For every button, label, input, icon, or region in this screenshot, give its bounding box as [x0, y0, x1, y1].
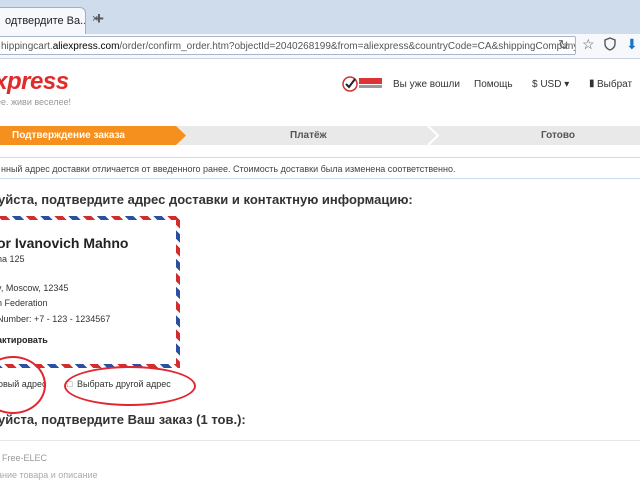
- edit-address-link[interactable]: актировать: [0, 335, 48, 345]
- site-logo[interactable]: ixpress: [0, 68, 69, 96]
- step-payment: Платёж: [290, 130, 327, 141]
- order-section-heading: уйста, подтвердите Ваш заказ (1 тов.):: [0, 412, 246, 427]
- header-login-status[interactable]: Вы уже вошли: [393, 79, 460, 90]
- recipient-name: or Ivanovich Mahno: [0, 235, 129, 251]
- address-phone: Number: +7 - 123 - 1234567: [0, 314, 111, 324]
- address-country: n Federation: [0, 298, 48, 308]
- address-street: na 125: [0, 254, 25, 264]
- step-separator: [427, 126, 440, 145]
- address-change-notice: нный адрес доставки отличается от введен…: [0, 157, 640, 179]
- highlight-circle-other-address: [64, 366, 196, 406]
- ship-to-selector[interactable]: Выбрат: [597, 79, 632, 90]
- url-host: aliexpress.com: [52, 41, 120, 52]
- verified-badge-icon: [342, 76, 382, 92]
- url-prefix: hippingcart.: [1, 41, 53, 52]
- new-tab-button[interactable]: +: [94, 9, 104, 29]
- bookmark-star-icon[interactable]: ☆: [582, 36, 595, 53]
- header-help-link[interactable]: Помощь: [474, 79, 513, 90]
- ship-to-icon: ▮: [589, 78, 595, 89]
- currency-selector[interactable]: $ USD ▾: [532, 79, 569, 90]
- address-section-heading: уйста, подтвердите адрес доставки и конт…: [0, 192, 413, 207]
- shield-icon[interactable]: [604, 37, 616, 51]
- product-description-hint: ание товара и описание: [0, 470, 98, 480]
- seller-name[interactable]: : Free-ELEC: [0, 453, 47, 463]
- step-confirm-order: Подтверждение заказа: [0, 126, 186, 145]
- url-path: /order/confirm_order.htm?objectId=204026…: [119, 41, 576, 52]
- address-bar[interactable]: hippingcart.aliexpress.com/order/confirm…: [0, 36, 576, 55]
- browser-tab[interactable]: одтвердите Ва...: [0, 7, 86, 34]
- address-city: y, Moscow, 12345: [0, 283, 69, 293]
- step-done: Готово: [541, 130, 576, 141]
- site-slogan: ее. живи веселее!: [0, 97, 72, 107]
- order-divider: [0, 440, 640, 441]
- reload-icon[interactable]: ↻: [558, 37, 569, 53]
- download-icon[interactable]: ⬇: [626, 36, 638, 53]
